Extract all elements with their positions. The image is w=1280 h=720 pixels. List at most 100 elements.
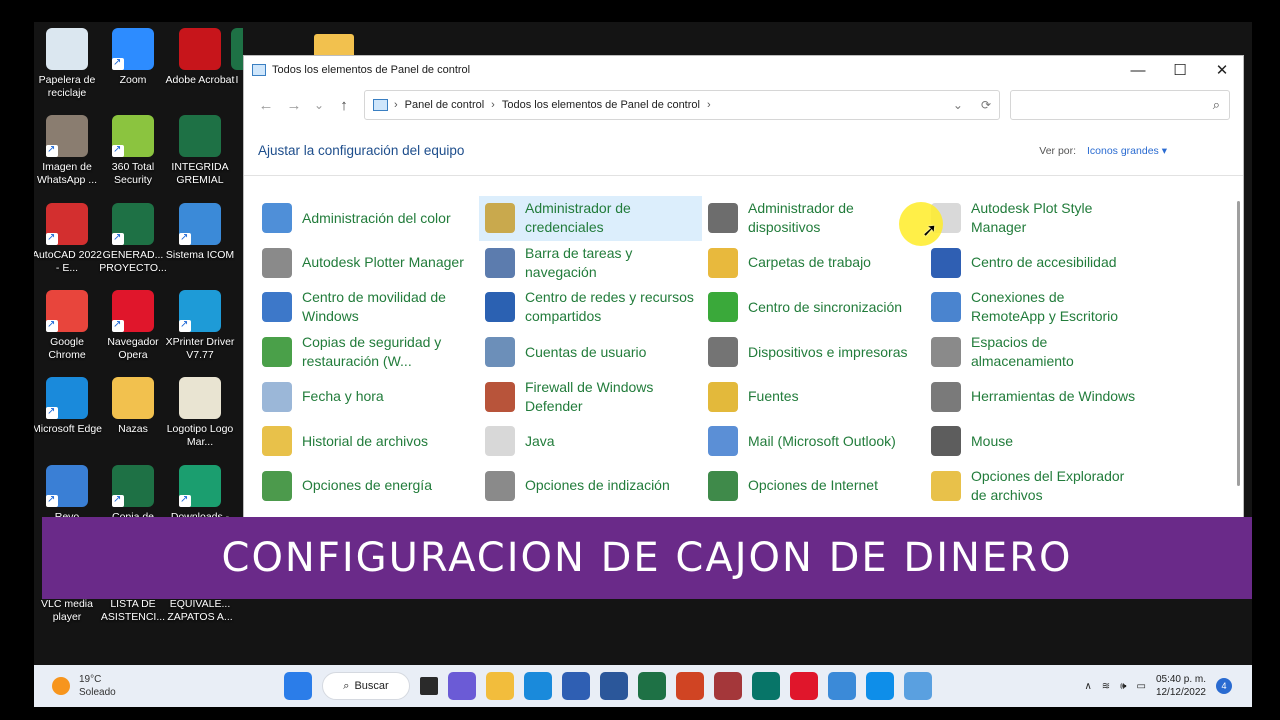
control-panel-item[interactable]: Java bbox=[479, 419, 702, 464]
desktop-icon-partial[interactable]: I bbox=[231, 28, 243, 87]
scrollbar[interactable] bbox=[1237, 201, 1240, 486]
chart-app-icon[interactable] bbox=[828, 672, 856, 700]
teamviewer-icon[interactable] bbox=[866, 672, 894, 700]
control-panel-item[interactable]: Dispositivos e impresoras bbox=[702, 330, 925, 375]
control-panel-item[interactable]: Centro de accesibilidad bbox=[925, 241, 1148, 286]
address-dropdown-icon[interactable]: ⌄ bbox=[953, 98, 963, 112]
desktop-icon[interactable]: Revo bbox=[34, 465, 103, 524]
control-panel-item[interactable]: Administrador de credenciales bbox=[479, 196, 702, 241]
control-panel-item[interactable]: Centro de redes y recursos compartidos bbox=[479, 285, 702, 330]
breadcrumb-control-panel[interactable]: Panel de control bbox=[405, 99, 485, 111]
powerpoint-icon[interactable] bbox=[676, 672, 704, 700]
desktop-icon[interactable]: Imagen de WhatsApp ... bbox=[34, 115, 103, 187]
volume-icon[interactable]: 🕪 bbox=[1120, 681, 1126, 692]
access-icon[interactable] bbox=[714, 672, 742, 700]
desktop-icon[interactable]: Google Chrome bbox=[34, 290, 103, 362]
color-management-icon bbox=[262, 203, 292, 234]
taskbar-search-button[interactable]: ⌕ Buscar bbox=[322, 672, 410, 700]
network-icon bbox=[485, 292, 515, 323]
control-panel-item[interactable]: Mouse bbox=[925, 419, 1148, 464]
control-panel-item[interactable]: Herramientas de Windows bbox=[925, 374, 1148, 419]
desktop-icon[interactable]: 360 Total Security bbox=[97, 115, 169, 187]
desktop-icon[interactable]: Adobe Acrobat bbox=[164, 28, 236, 87]
edge-icon[interactable] bbox=[524, 672, 552, 700]
user-accounts-icon bbox=[485, 337, 515, 368]
device-manager-icon bbox=[708, 203, 738, 234]
maximize-button[interactable]: ☐ bbox=[1159, 56, 1201, 84]
task-view-icon[interactable] bbox=[420, 677, 438, 695]
notification-badge[interactable]: 4 bbox=[1216, 678, 1232, 694]
remoteapp-icon bbox=[931, 292, 961, 323]
title-bar[interactable]: Todos los elementos de Panel de control … bbox=[244, 56, 1243, 84]
store-icon[interactable] bbox=[562, 672, 590, 700]
control-panel-item[interactable]: Fecha y hora bbox=[256, 374, 479, 419]
teams-chat-icon[interactable] bbox=[448, 672, 476, 700]
control-panel-item[interactable]: Centro de sincronización bbox=[702, 285, 925, 330]
start-icon[interactable] bbox=[284, 672, 312, 700]
control-panel-item[interactable]: Administración del color bbox=[256, 196, 479, 241]
desktop-icon[interactable]: Papelera de reciclaje bbox=[34, 28, 103, 100]
control-panel-item-label: Fecha y hora bbox=[302, 388, 384, 405]
search-input[interactable]: ⌕ bbox=[1010, 90, 1230, 120]
control-panel-item[interactable]: Opciones de Internet bbox=[702, 464, 925, 509]
control-panel-item[interactable]: Copias de seguridad y restauración (W... bbox=[256, 330, 479, 375]
desktop-icon[interactable]: Logotipo Logo Mar... bbox=[164, 377, 236, 449]
refresh-icon[interactable]: ⟳ bbox=[981, 98, 991, 112]
desktop-icon[interactable]: AutoCAD 2022 - E... bbox=[34, 203, 103, 275]
control-panel-item[interactable]: Historial de archivos bbox=[256, 419, 479, 464]
fonts-icon bbox=[708, 381, 738, 412]
back-button[interactable]: ← bbox=[252, 97, 280, 114]
control-panel-item[interactable]: Firewall de Windows Defender bbox=[479, 374, 702, 419]
desktop-icon[interactable]: INTEGRIDA GREMIAL bbox=[164, 115, 236, 187]
control-panel-item[interactable]: Administrador de dispositivos bbox=[702, 196, 925, 241]
control-panel-item[interactable]: Carpetas de trabajo bbox=[702, 241, 925, 286]
control-panel-item[interactable]: Barra de tareas y navegación bbox=[479, 241, 702, 286]
publisher-icon[interactable] bbox=[752, 672, 780, 700]
java-icon bbox=[485, 426, 515, 457]
address-bar[interactable]: › Panel de control › Todos los elementos… bbox=[364, 90, 1000, 120]
control-panel-item[interactable]: Espacios de almacenamiento bbox=[925, 330, 1148, 375]
taskbar-icon bbox=[485, 247, 515, 278]
control-panel-item[interactable]: Fuentes bbox=[702, 374, 925, 419]
desktop-icon[interactable]: Microsoft Edge bbox=[34, 377, 103, 436]
control-panel-item[interactable]: Autodesk Plot Style Manager bbox=[925, 196, 1148, 241]
desktop-icon[interactable]: Downloads - bbox=[164, 465, 236, 524]
control-panel-item[interactable]: Autodesk Plotter Manager bbox=[256, 241, 479, 286]
control-panel-icon[interactable] bbox=[904, 672, 932, 700]
folder-icon[interactable] bbox=[314, 34, 354, 56]
desktop-icon-label: EQUIVALE... ZAPATOS A... bbox=[167, 598, 233, 623]
control-panel-item[interactable]: Opciones de energía bbox=[256, 464, 479, 509]
desktop-icon[interactable]: XPrinter Driver V7.77 bbox=[164, 290, 236, 362]
excel-icon[interactable] bbox=[638, 672, 666, 700]
close-button[interactable]: ✕ bbox=[1201, 56, 1243, 84]
battery-icon[interactable]: ▭ bbox=[1136, 681, 1145, 692]
desktop-icon[interactable]: Copia de bbox=[97, 465, 169, 524]
file-explorer-icon[interactable] bbox=[486, 672, 514, 700]
up-button[interactable]: ↑ bbox=[330, 97, 358, 114]
control-panel-item[interactable]: Cuentas de usuario bbox=[479, 330, 702, 375]
view-by-dropdown[interactable]: Iconos grandes bbox=[1087, 145, 1167, 157]
word-icon[interactable] bbox=[600, 672, 628, 700]
wifi-icon[interactable]: ≋ bbox=[1102, 681, 1110, 692]
desktop-icon[interactable]: GENERAD... PROYECTO... bbox=[97, 203, 169, 275]
clock[interactable]: 05:40 p. m. 12/12/2022 bbox=[1156, 673, 1206, 699]
desktop-icon[interactable]: Navegador Opera bbox=[97, 290, 169, 362]
breadcrumb-all-items[interactable]: Todos los elementos de Panel de control bbox=[502, 99, 700, 111]
opera-icon[interactable] bbox=[790, 672, 818, 700]
control-panel-item[interactable]: Mail (Microsoft Outlook) bbox=[702, 419, 925, 464]
control-panel-item[interactable]: Opciones del Explorador de archivos bbox=[925, 464, 1148, 509]
desktop-icon[interactable]: Sistema ICOM bbox=[164, 203, 236, 262]
desktop-icon[interactable]: Zoom bbox=[97, 28, 169, 87]
show-hidden-icons-button[interactable]: ∧ bbox=[1084, 681, 1091, 692]
control-panel-item[interactable]: Centro de movilidad de Windows bbox=[256, 285, 479, 330]
sync-icon bbox=[708, 292, 738, 323]
weather-widget[interactable]: 19°C Soleado bbox=[52, 673, 116, 699]
desktop-icon[interactable]: Nazas bbox=[97, 377, 169, 436]
recent-locations-button[interactable]: ⌄ bbox=[308, 98, 330, 112]
mail-icon bbox=[708, 426, 738, 457]
control-panel-item[interactable]: Opciones de indización bbox=[479, 464, 702, 509]
control-panel-item[interactable]: Conexiones de RemoteApp y Escritorio bbox=[925, 285, 1148, 330]
desktop-app-icon bbox=[46, 203, 88, 245]
forward-button[interactable]: → bbox=[280, 97, 308, 114]
minimize-button[interactable]: — bbox=[1117, 56, 1159, 84]
